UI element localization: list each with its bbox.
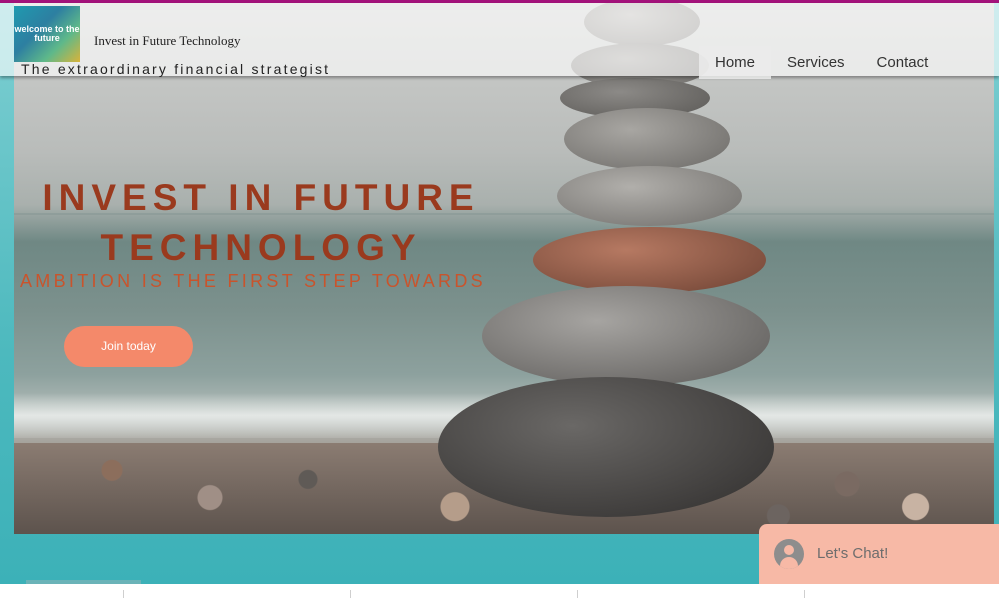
- next-section-strip: [0, 584, 999, 598]
- stone: [557, 166, 742, 226]
- hero-headline: INVEST IN FUTURE TECHNOLOGY: [26, 173, 496, 273]
- stone: [438, 377, 774, 517]
- column-divider: [350, 590, 351, 598]
- site-logo[interactable]: welcome to the future: [14, 6, 80, 62]
- hero-headline-line1: INVEST IN FUTURE: [42, 177, 480, 218]
- nav-item-home[interactable]: Home: [699, 46, 772, 79]
- nav-item-services[interactable]: Services: [771, 46, 861, 79]
- stone: [533, 227, 766, 293]
- site-tagline: The extraordinary financial strategist: [21, 61, 331, 77]
- chat-label: Let's Chat!: [817, 545, 889, 562]
- hero-headline-line2: TECHNOLOGY: [100, 227, 422, 268]
- site-header: welcome to the future Invest in Future T…: [0, 3, 999, 79]
- stone: [564, 108, 730, 170]
- column-divider: [123, 590, 124, 598]
- hero-subline: AMBITION IS THE FIRST STEP TOWARDS: [20, 271, 486, 291]
- chat-widget[interactable]: Let's Chat!: [759, 524, 999, 584]
- main-nav: Home Services Contact: [699, 46, 944, 79]
- column-divider: [804, 590, 805, 598]
- site-title[interactable]: Invest in Future Technology: [94, 33, 241, 49]
- column-divider: [577, 590, 578, 598]
- next-section-heading: [26, 580, 141, 584]
- nav-item-contact[interactable]: Contact: [861, 46, 945, 79]
- user-avatar-icon: [774, 539, 804, 569]
- stone: [482, 286, 770, 386]
- join-today-button[interactable]: Join today: [64, 326, 193, 367]
